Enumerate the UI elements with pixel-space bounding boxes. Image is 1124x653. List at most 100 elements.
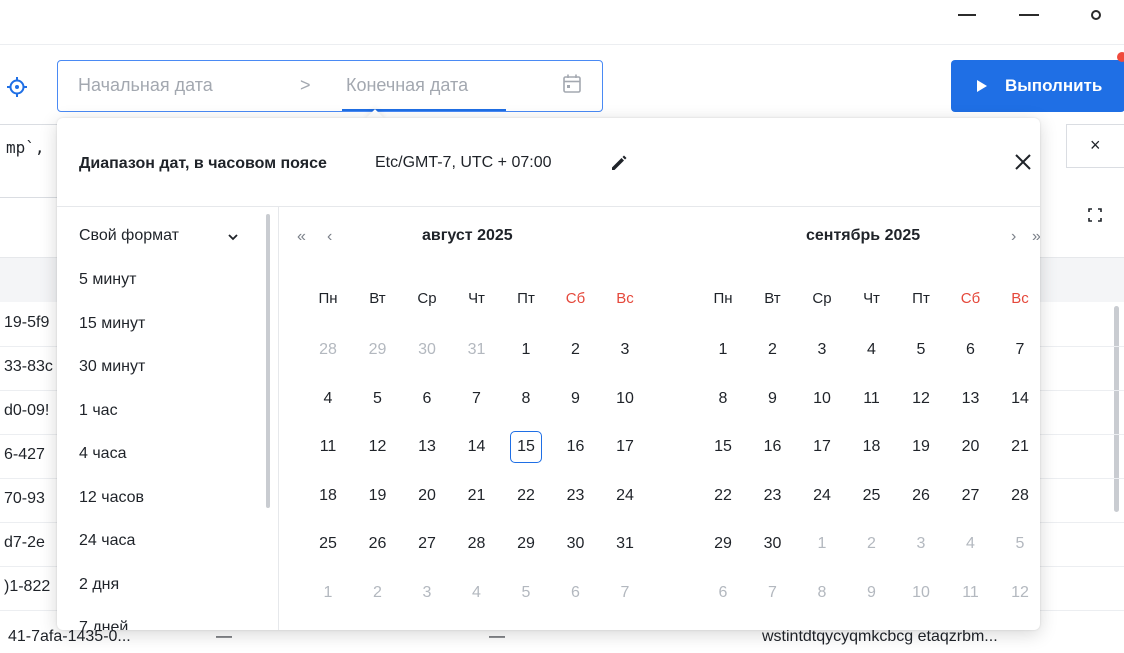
calendar-day[interactable]: 22 [510, 480, 542, 512]
calendar-day[interactable]: 13 [955, 383, 987, 415]
calendar-day[interactable]: 20 [411, 480, 443, 512]
calendar-day[interactable]: 18 [856, 431, 888, 463]
calendar-day-today[interactable]: 15 [510, 431, 542, 463]
calendar-day[interactable]: 19 [362, 480, 394, 512]
calendar-day[interactable]: 21 [1004, 431, 1036, 463]
calendar-day[interactable]: 14 [461, 431, 493, 463]
close-editor-button[interactable]: × [1090, 135, 1101, 156]
calendar-day[interactable]: 27 [955, 480, 987, 512]
calendar-day[interactable]: 30 [560, 528, 592, 560]
calendar-day[interactable]: 30 [757, 528, 789, 560]
date-range-input[interactable]: Начальная дата > Конечная дата [57, 60, 603, 112]
calendar-day[interactable]: 4 [312, 383, 344, 415]
calendar-day[interactable]: 5 [510, 577, 542, 609]
calendar-day[interactable]: 25 [856, 480, 888, 512]
chevron-down-icon[interactable] [227, 230, 239, 242]
preset-option[interactable]: 4 часа [79, 445, 126, 463]
calendar-day[interactable]: 12 [1004, 577, 1036, 609]
start-date-field[interactable]: Начальная дата [78, 75, 213, 96]
calendar-day[interactable]: 7 [1004, 334, 1036, 366]
calendar-day[interactable]: 6 [411, 383, 443, 415]
calendar-day[interactable]: 24 [806, 480, 838, 512]
calendar-day[interactable]: 17 [609, 431, 641, 463]
calendar-day[interactable]: 5 [905, 334, 937, 366]
calendar-day[interactable]: 9 [856, 577, 888, 609]
calendar-day[interactable]: 10 [905, 577, 937, 609]
calendar-day[interactable]: 18 [312, 480, 344, 512]
calendar-day[interactable]: 4 [856, 334, 888, 366]
calendar-day[interactable]: 23 [757, 480, 789, 512]
run-button[interactable]: Выполнить [951, 60, 1124, 112]
calendar-day[interactable]: 5 [362, 383, 394, 415]
presets-scrollbar[interactable] [266, 214, 270, 508]
calendar-day[interactable]: 31 [461, 334, 493, 366]
calendar-day[interactable]: 29 [362, 334, 394, 366]
minimize-icon[interactable] [958, 14, 976, 16]
calendar-day[interactable]: 1 [707, 334, 739, 366]
calendar-day[interactable]: 24 [609, 480, 641, 512]
calendar-day[interactable]: 2 [757, 334, 789, 366]
query-editor-fragment[interactable] [0, 124, 58, 198]
calendar-day[interactable]: 3 [905, 528, 937, 560]
calendar-day[interactable]: 12 [905, 383, 937, 415]
prev-year-button[interactable]: « [297, 228, 306, 246]
close-window-icon[interactable] [1091, 10, 1101, 20]
calendar-day[interactable]: 28 [312, 334, 344, 366]
calendar-day[interactable]: 20 [955, 431, 987, 463]
calendar-day[interactable]: 10 [806, 383, 838, 415]
calendar-day[interactable]: 29 [707, 528, 739, 560]
calendar-day[interactable]: 11 [955, 577, 987, 609]
calendar-day[interactable]: 23 [560, 480, 592, 512]
end-date-field[interactable]: Конечная дата [346, 75, 468, 96]
calendar-day[interactable]: 7 [461, 383, 493, 415]
calendar-day[interactable]: 8 [510, 383, 542, 415]
prev-month-button[interactable]: ‹ [327, 228, 332, 246]
calendar-day[interactable]: 22 [707, 480, 739, 512]
calendar-day[interactable]: 31 [609, 528, 641, 560]
calendar-day[interactable]: 1 [510, 334, 542, 366]
calendar-day[interactable]: 7 [609, 577, 641, 609]
calendar-day[interactable]: 3 [806, 334, 838, 366]
calendar-day[interactable]: 1 [806, 528, 838, 560]
calendar-day[interactable]: 9 [560, 383, 592, 415]
next-month-button[interactable]: › [1011, 228, 1016, 246]
calendar-day[interactable]: 11 [856, 383, 888, 415]
crosshair-icon[interactable] [6, 76, 28, 98]
preset-option[interactable]: 15 минут [79, 315, 145, 333]
calendar-day[interactable]: 28 [461, 528, 493, 560]
calendar-day[interactable]: 6 [560, 577, 592, 609]
calendar-day[interactable]: 28 [1004, 480, 1036, 512]
calendar-day[interactable]: 21 [461, 480, 493, 512]
calendar-day[interactable]: 26 [362, 528, 394, 560]
preset-option[interactable]: 2 дня [79, 576, 119, 594]
calendar-day[interactable]: 27 [411, 528, 443, 560]
calendar-day[interactable]: 16 [560, 431, 592, 463]
calendar-day[interactable]: 9 [757, 383, 789, 415]
calendar-day[interactable]: 1 [312, 577, 344, 609]
calendar-day[interactable]: 11 [312, 431, 344, 463]
calendar-day[interactable]: 2 [362, 577, 394, 609]
calendar-day[interactable]: 17 [806, 431, 838, 463]
preset-option[interactable]: 30 минут [79, 358, 145, 376]
calendar-day[interactable]: 6 [707, 577, 739, 609]
calendar-day[interactable]: 12 [362, 431, 394, 463]
calendar-day[interactable]: 7 [757, 577, 789, 609]
calendar-day[interactable]: 5 [1004, 528, 1036, 560]
edit-timezone-icon[interactable] [610, 154, 628, 172]
custom-format-select[interactable]: Свой формат [79, 227, 179, 245]
calendar-day[interactable]: 29 [510, 528, 542, 560]
calendar-day[interactable]: 10 [609, 383, 641, 415]
close-icon[interactable] [1012, 151, 1034, 173]
calendar-day[interactable]: 4 [461, 577, 493, 609]
calendar-day[interactable]: 16 [757, 431, 789, 463]
preset-option[interactable]: 5 минут [79, 271, 136, 289]
calendar-day[interactable]: 4 [955, 528, 987, 560]
next-year-button[interactable]: » [1032, 228, 1040, 246]
calendar-day[interactable]: 15 [707, 431, 739, 463]
calendar-day[interactable]: 25 [312, 528, 344, 560]
calendar-day[interactable]: 2 [856, 528, 888, 560]
preset-option[interactable]: 12 часов [79, 489, 144, 507]
maximize-icon[interactable] [1019, 14, 1039, 16]
calendar-day[interactable]: 3 [411, 577, 443, 609]
month-title[interactable]: сентябрь 2025 [806, 227, 920, 245]
